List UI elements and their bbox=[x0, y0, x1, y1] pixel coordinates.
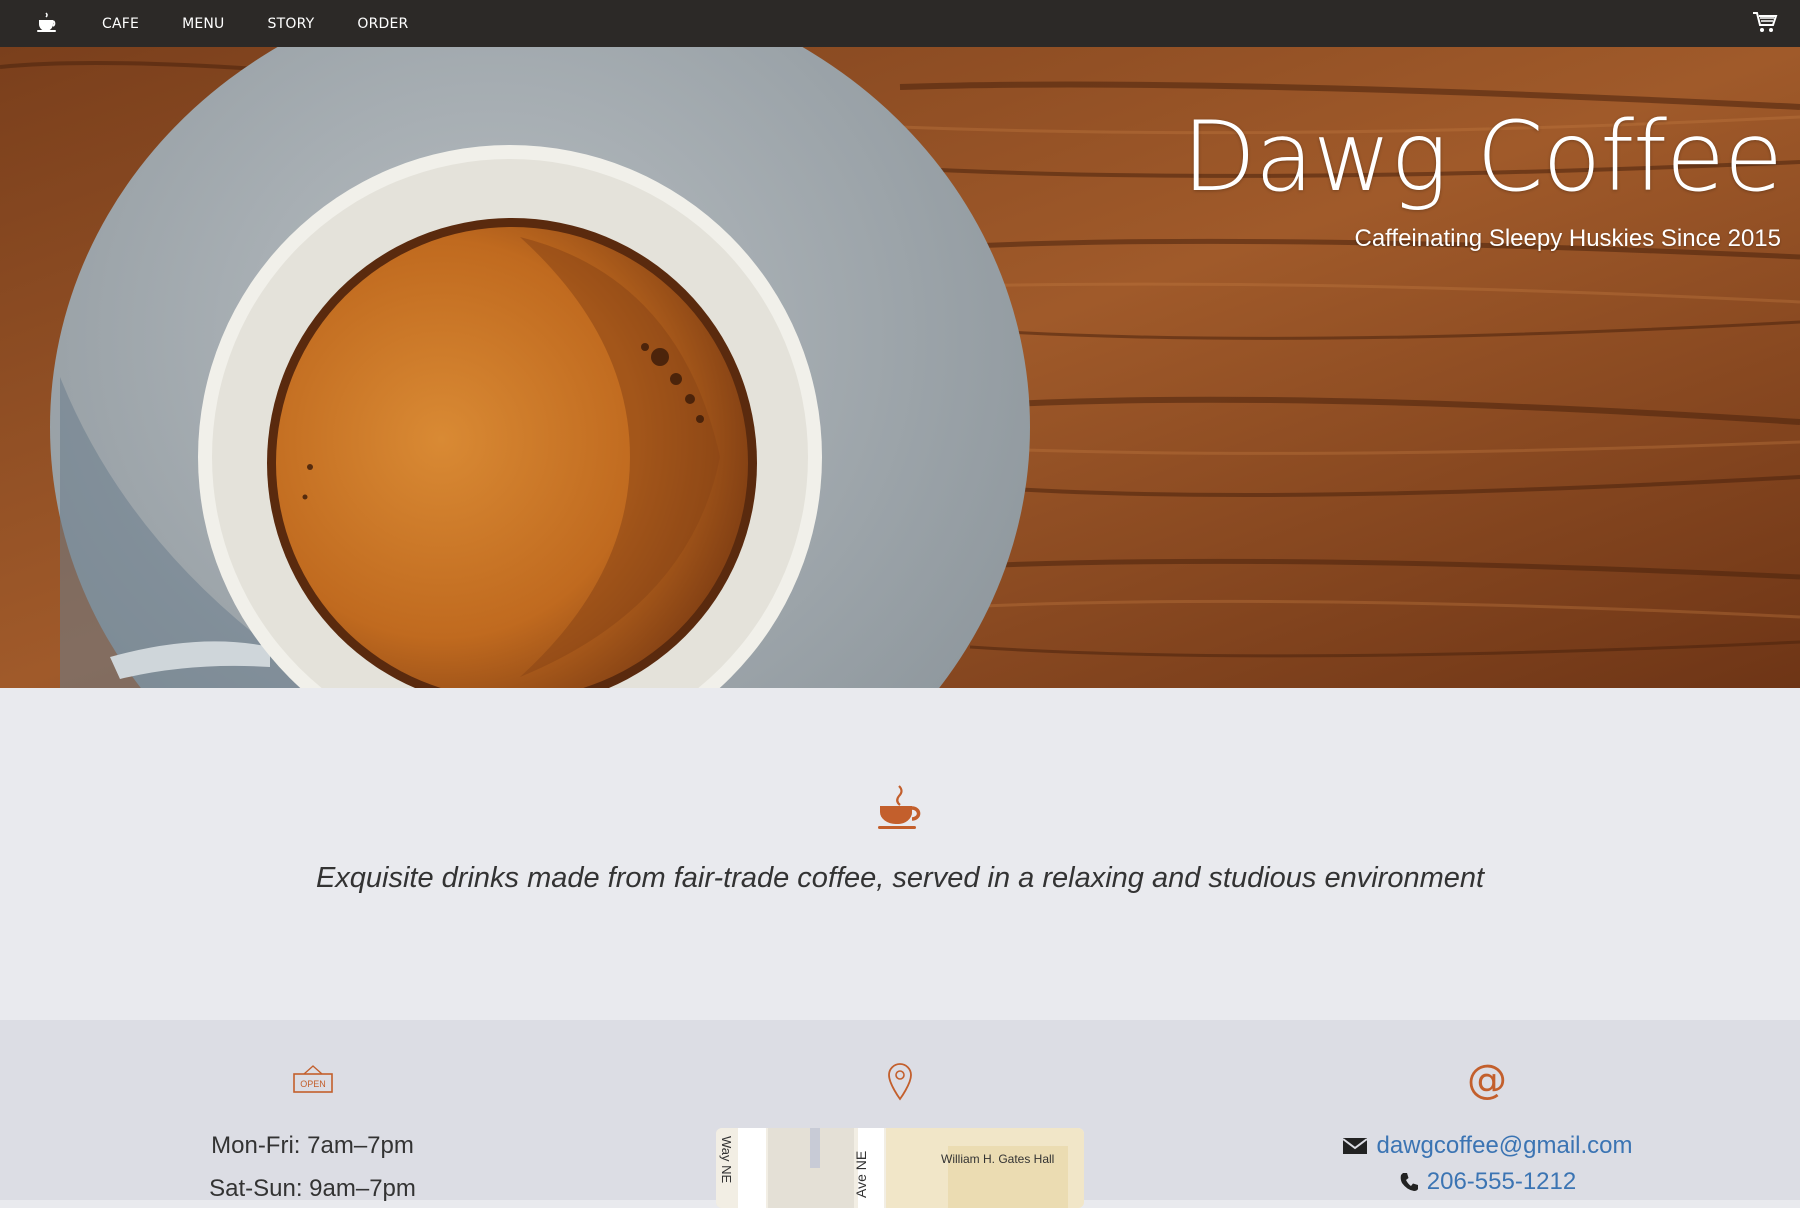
hero-title: Dawg Coffee bbox=[1182, 101, 1783, 213]
intro-tagline: Exquisite drinks made from fair-trade co… bbox=[315, 862, 1485, 894]
shopping-cart-icon[interactable] bbox=[1752, 10, 1778, 34]
at-icon: @ bbox=[1467, 1057, 1507, 1103]
phone-line: 206-555-1212 bbox=[1290, 1168, 1685, 1196]
map-pin-icon bbox=[888, 1063, 912, 1101]
nav-link-cafe[interactable]: CAFE bbox=[102, 16, 139, 32]
envelope-icon bbox=[1342, 1138, 1369, 1154]
nav-link-menu[interactable]: MENU bbox=[182, 16, 224, 32]
intro-section: Exquisite drinks made from fair-trade co… bbox=[0, 688, 1800, 1020]
map-label-ave: Ave NE bbox=[853, 1151, 869, 1198]
hero-subtitle: Caffeinating Sleepy Huskies Since 2015 bbox=[1354, 225, 1782, 252]
nav-links: CAFE MENU STORY ORDER bbox=[102, 0, 451, 47]
email-link[interactable]: dawgcoffee@gmail.com bbox=[1376, 1132, 1632, 1160]
map-label-gates-hall: William H. Gates Hall bbox=[941, 1152, 1054, 1166]
nav-link-order[interactable]: ORDER bbox=[357, 16, 408, 32]
map-label-way: Way NE bbox=[719, 1136, 734, 1184]
open-sign-icon: OPEN bbox=[293, 1065, 333, 1093]
phone-link[interactable]: 206-555-1212 bbox=[1427, 1168, 1576, 1196]
hours-weekday: Mon-Fri: 7am–7pm bbox=[211, 1132, 414, 1159]
phone-icon bbox=[1400, 1173, 1418, 1191]
hero-banner: Dawg Coffee Caffeinating Sleepy Huskies … bbox=[0, 47, 1800, 688]
open-sign-text: OPEN bbox=[300, 1079, 326, 1089]
location-map[interactable]: Way NE Ave NE William H. Gates Hall bbox=[716, 1128, 1084, 1208]
coffee-cup-icon[interactable] bbox=[36, 11, 60, 33]
email-line: dawgcoffee@gmail.com bbox=[1290, 1132, 1685, 1160]
hours-weekend: Sat-Sun: 9am–7pm bbox=[209, 1175, 416, 1202]
info-section: OPEN Mon-Fri: 7am–7pm Sat-Sun: 9am–7pm W… bbox=[0, 1020, 1800, 1208]
top-navbar: CAFE MENU STORY ORDER bbox=[0, 0, 1800, 47]
coffee-cup-icon bbox=[878, 785, 921, 829]
nav-link-story[interactable]: STORY bbox=[268, 16, 315, 32]
